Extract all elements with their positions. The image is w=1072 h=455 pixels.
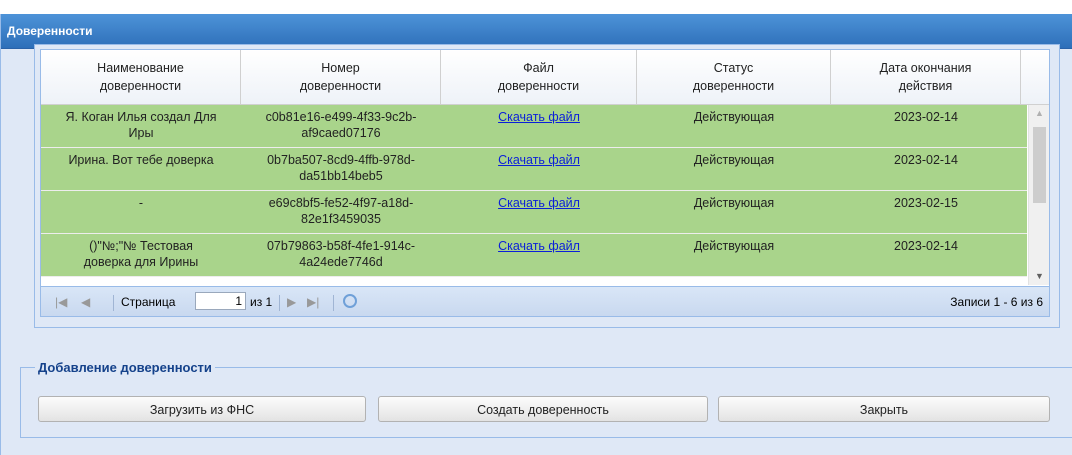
add-power-legend: Добавление доверенности [35,360,215,375]
window-title: Доверенности [7,24,93,38]
cell-file: Скачать файл [441,191,637,233]
pagination-toolbar: |◀ ◀ Страница из 1 ▶ ▶| Записи 1 - 6 из … [41,286,1049,316]
page-number-input[interactable] [195,292,246,310]
column-header-spacer [1021,50,1049,104]
grid-header: Наименование доверенности Номер доверенн… [41,50,1049,105]
cell-file: Скачать файл [441,148,637,190]
cell-status: Действующая [693,110,775,124]
download-file-link[interactable]: Скачать файл [498,239,580,253]
table-row[interactable]: Ирина. Вот тебе доверка 0b7ba507-8cd9-4f… [41,148,1027,191]
cell-number: 07b79863-b58f-4fe1-914c- 4a24ede7746d [266,239,416,269]
scroll-down-icon[interactable]: ▼ [1029,268,1049,285]
scroll-up-icon[interactable]: ▲ [1029,105,1049,122]
grid-body: Я. Коган Илья создал Для Иры c0b81e16-e4… [41,105,1027,285]
prev-page-icon[interactable]: ◀ [81,287,90,316]
close-button[interactable]: Закрыть [718,396,1050,422]
toolbar-separator [113,295,114,311]
load-from-fns-button[interactable]: Загрузить из ФНС [38,396,366,422]
cell-file: Скачать файл [441,105,637,147]
vertical-scrollbar[interactable]: ▲ ▼ [1028,105,1049,285]
page-count-label: из 1 [250,295,273,309]
column-header-number[interactable]: Номер доверенности [241,50,441,104]
download-file-link[interactable]: Скачать файл [498,153,580,167]
cell-name: ()"№;"№ Тестовая доверка для Ирины [83,239,199,269]
cell-end-date: 2023-02-14 [894,153,958,167]
column-header-name[interactable]: Наименование доверенности [41,50,241,104]
refresh-icon[interactable] [343,294,357,308]
create-power-button[interactable]: Создать доверенность [378,396,708,422]
last-page-icon[interactable]: ▶| [307,287,319,316]
cell-status: Действующая [693,196,775,210]
cell-name: Я. Коган Илья создал Для Иры [65,110,217,140]
records-info: Записи 1 - 6 из 6 [950,295,1043,309]
table-row[interactable]: - e69c8bf5-fe52-4f97-a18d- 82e1f3459035 … [41,191,1027,234]
download-file-link[interactable]: Скачать файл [498,110,580,124]
toolbar-separator [333,295,334,311]
table-row[interactable]: ()"№;"№ Тестовая доверка для Ирины 07b79… [41,234,1027,277]
cell-end-date: 2023-02-15 [894,196,958,210]
download-file-link[interactable]: Скачать файл [498,196,580,210]
toolbar-separator [279,295,280,311]
cell-number: e69c8bf5-fe52-4f97-a18d- 82e1f3459035 [268,196,414,226]
cell-number: 0b7ba507-8cd9-4ffb-978d- da51bb14beb5 [267,153,415,183]
cell-status: Действующая [693,239,775,253]
cell-status: Действующая [693,153,775,167]
table-row[interactable]: Я. Коган Илья создал Для Иры c0b81e16-e4… [41,105,1027,148]
column-header-end-date[interactable]: Дата окончания действия [831,50,1021,104]
cell-number: c0b81e16-e499-4f33-9c2b- af9caed07176 [265,110,417,140]
powers-grid: Наименование доверенности Номер доверенн… [40,49,1050,317]
cell-name: - [138,196,144,210]
first-page-icon[interactable]: |◀ [55,287,67,316]
column-header-status[interactable]: Статус доверенности [637,50,831,104]
scrollbar-thumb[interactable] [1033,127,1046,203]
page-label: Страница [121,295,176,309]
next-page-icon[interactable]: ▶ [287,287,296,316]
cell-end-date: 2023-02-14 [894,110,958,124]
cell-name: Ирина. Вот тебе доверка [68,153,214,167]
cell-file: Скачать файл [441,234,637,276]
column-header-file[interactable]: Файл доверенности [441,50,637,104]
cell-end-date: 2023-02-14 [894,239,958,253]
